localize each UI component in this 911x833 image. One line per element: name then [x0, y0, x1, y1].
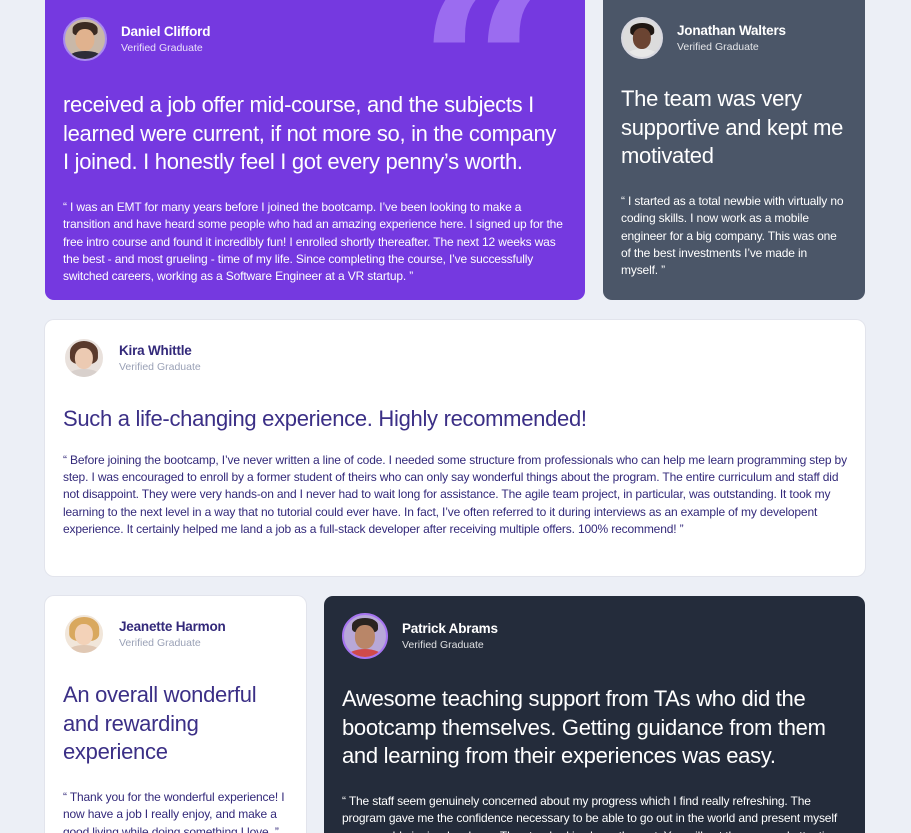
testimonial-body: “ Before joining the bootcamp, I’ve neve…	[63, 452, 847, 537]
testimonial-headline: The team was very supportive and kept me…	[621, 86, 844, 169]
testimonial-body: “ I started as a total newbie with virtu…	[621, 193, 844, 278]
author-name: Jeanette Harmon	[119, 618, 226, 634]
testimonial-body: “ I was an EMT for many years before I j…	[63, 199, 563, 284]
testimonial-card-kira: Kira Whittle Verified Graduate Such a li…	[45, 320, 865, 576]
testimonial-card-jonathan: Jonathan Walters Verified Graduate The t…	[603, 0, 865, 300]
author-name: Jonathan Walters	[677, 22, 786, 38]
author-name: Kira Whittle	[119, 342, 192, 358]
author-role: Verified Graduate	[402, 639, 484, 652]
testimonial-card-daniel: “ Daniel Clifford Verified Graduate rece…	[45, 0, 585, 300]
author-name: Daniel Clifford	[121, 23, 211, 39]
testimonial-card-jeanette: Jeanette Harmon Verified Graduate An ove…	[45, 596, 306, 833]
testimonial-headline: Such a life-changing experience. Highly …	[63, 406, 587, 431]
avatar	[63, 17, 107, 61]
avatar	[63, 613, 105, 655]
avatar	[342, 613, 388, 659]
testimonial-body: “ Thank you for the wonderful experience…	[63, 789, 285, 833]
author-name: Patrick Abrams	[402, 620, 498, 636]
author-role: Verified Graduate	[677, 41, 759, 54]
testimonial-headline: Awesome teaching support from TAs who di…	[342, 686, 826, 769]
avatar	[63, 337, 105, 379]
author-role: Verified Graduate	[119, 637, 201, 650]
avatar	[621, 17, 663, 59]
author-role: Verified Graduate	[121, 42, 203, 55]
testimonial-headline: An overall wonderful and rewarding exper…	[63, 682, 257, 765]
author-role: Verified Graduate	[119, 361, 201, 374]
testimonial-card-patrick: Patrick Abrams Verified Graduate Awesome…	[324, 596, 865, 833]
testimonial-headline: received a job offer mid-course, and the…	[63, 92, 557, 175]
testimonial-body: “ The staff seem genuinely concerned abo…	[342, 793, 838, 833]
